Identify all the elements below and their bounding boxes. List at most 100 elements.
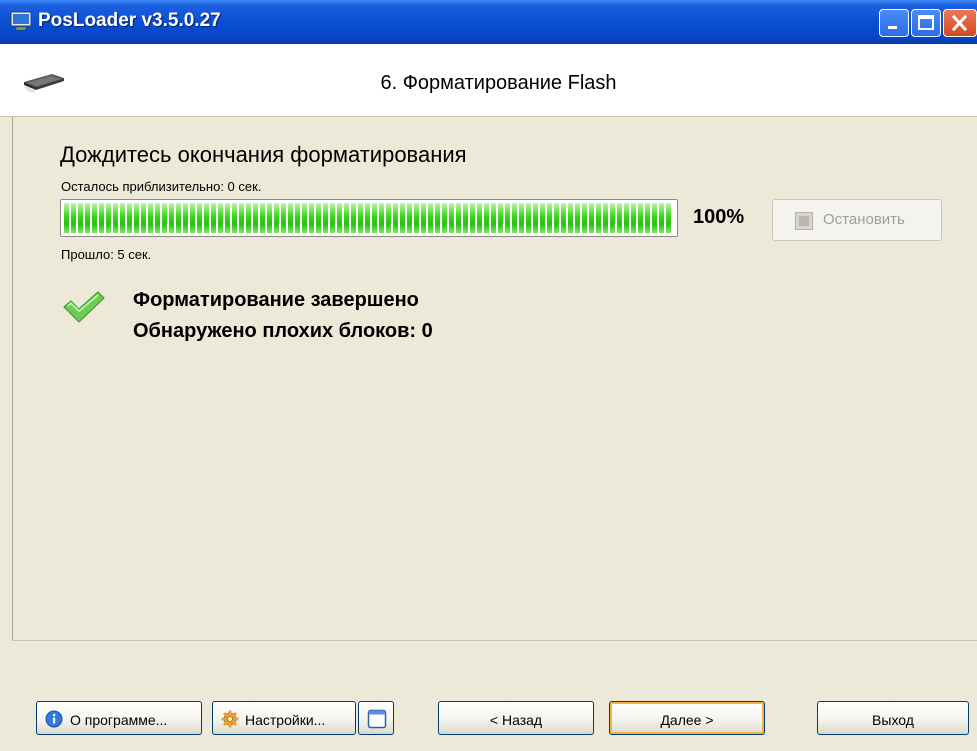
minimize-icon [888, 26, 897, 29]
progress-segment [148, 203, 153, 233]
back-button-label: < Назад [489, 712, 543, 728]
progress-segment [596, 203, 601, 233]
maximize-button[interactable] [911, 9, 941, 37]
progress-segment [253, 203, 258, 233]
wizard-header: 6. Форматирование Flash [0, 44, 977, 117]
progress-segment [484, 203, 489, 233]
next-button-label: Далее > [660, 712, 714, 728]
progress-segment [365, 203, 370, 233]
progress-segment [358, 203, 363, 233]
progress-segment [449, 203, 454, 233]
progress-segment [176, 203, 181, 233]
progress-segment [421, 203, 426, 233]
progress-segment [71, 203, 76, 233]
settings-button-label: Настройки... [245, 712, 326, 728]
progress-segment [239, 203, 244, 233]
progress-segment [190, 203, 195, 233]
progress-segment [169, 203, 174, 233]
progress-segment [533, 203, 538, 233]
progress-segment [631, 203, 636, 233]
progress-segment [456, 203, 461, 233]
progress-segment [232, 203, 237, 233]
progress-segment [589, 203, 594, 233]
progress-segment [330, 203, 335, 233]
progress-segment [204, 203, 209, 233]
progress-segment [652, 203, 657, 233]
progress-segment [274, 203, 279, 233]
progress-segment [400, 203, 405, 233]
progress-segment [134, 203, 139, 233]
progress-segment [547, 203, 552, 233]
progress-bar [60, 199, 678, 237]
progress-segment [491, 203, 496, 233]
elapsed-time: Прошло: 5 сек. [61, 247, 152, 262]
panel-border [12, 117, 13, 640]
progress-segment [120, 203, 125, 233]
exit-button[interactable]: Выход [817, 701, 969, 735]
progress-segment [85, 203, 90, 233]
back-button[interactable]: < Назад [438, 701, 594, 735]
progress-segment [617, 203, 622, 233]
about-button-label: О программе... [70, 712, 168, 728]
gear-icon [221, 710, 239, 728]
title-bar[interactable]: PosLoader v3.5.0.27 [0, 0, 977, 44]
maximize-icon [918, 15, 934, 30]
close-icon [951, 14, 968, 32]
progress-segment [281, 203, 286, 233]
progress-segment [659, 203, 664, 233]
progress-segment [127, 203, 132, 233]
progress-segment [92, 203, 97, 233]
progress-segment [323, 203, 328, 233]
progress-segment [162, 203, 167, 233]
close-button[interactable] [943, 9, 977, 37]
window-button[interactable] [358, 701, 394, 735]
progress-segment [78, 203, 83, 233]
progress-segment [561, 203, 566, 233]
progress-percent: 100% [693, 206, 745, 228]
progress-segment [526, 203, 531, 233]
about-button[interactable]: О программе... [36, 701, 202, 735]
monitor-icon [10, 11, 32, 31]
bad-blocks-count: Обнаружено плохих блоков: 0 [133, 320, 433, 342]
main-heading: Дождитесь окончания форматирования [60, 142, 467, 167]
window-title: PosLoader v3.5.0.27 [38, 10, 221, 31]
progress-segment [477, 203, 482, 233]
progress-segment [197, 203, 202, 233]
info-icon [45, 710, 63, 728]
progress-segment [302, 203, 307, 233]
app-window: PosLoader v3.5.0.27 6. Форматирование Fl… [0, 0, 977, 751]
remaining-time: Осталось приблизительно: 0 сек. [61, 179, 262, 194]
window-icon [367, 709, 387, 729]
minimize-button[interactable] [879, 9, 909, 37]
stop-icon [795, 212, 813, 230]
progress-segment [141, 203, 146, 233]
progress-fill [64, 203, 674, 233]
progress-segment [414, 203, 419, 233]
progress-segment [155, 203, 160, 233]
progress-segment [463, 203, 468, 233]
progress-segment [470, 203, 475, 233]
progress-segment [407, 203, 412, 233]
progress-segment [267, 203, 272, 233]
progress-segment [666, 203, 671, 233]
progress-segment [575, 203, 580, 233]
progress-segment [183, 203, 188, 233]
progress-segment [498, 203, 503, 233]
next-button[interactable]: Далее > [609, 701, 765, 735]
progress-segment [288, 203, 293, 233]
progress-segment [225, 203, 230, 233]
progress-segment [344, 203, 349, 233]
progress-segment [106, 203, 111, 233]
progress-segment [260, 203, 265, 233]
progress-segment [246, 203, 251, 233]
progress-segment [519, 203, 524, 233]
checkmark-icon [63, 291, 105, 323]
progress-segment [295, 203, 300, 233]
progress-segment [218, 203, 223, 233]
progress-segment [568, 203, 573, 233]
progress-segment [505, 203, 510, 233]
stop-button[interactable]: Остановить [772, 199, 942, 241]
step-title: 6. Форматирование Flash [380, 72, 617, 94]
settings-button[interactable]: Настройки... [212, 701, 356, 735]
progress-segment [428, 203, 433, 233]
